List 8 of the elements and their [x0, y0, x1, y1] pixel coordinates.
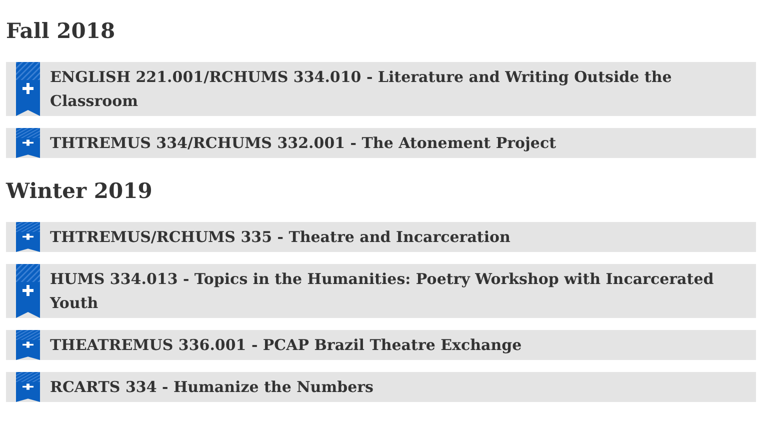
accordion-item[interactable]: THTREMUS/RCHUMS 335 - Theatre and Incarceration — [6, 222, 756, 252]
accordion-item[interactable]: THTREMUS 334/RCHUMS 332.001 - The Atonement Project — [6, 128, 756, 158]
section-heading: Winter 2019 — [6, 177, 154, 205]
accordion-item[interactable]: HUMS 334.013 - Topics in the Humanities: Poetry Workshop with Incarcerated Youth — [6, 264, 756, 318]
section-heading: Fall 2018 — [6, 17, 116, 45]
accordion-item[interactable]: THEATREMUS 336.001 - PCAP Brazil Theatre Exchange — [6, 330, 756, 360]
accordion-item[interactable]: ENGLISH 221.001/RCHUMS 334.010 - Literature and Writing Outside the Classroom — [6, 62, 756, 116]
accordion-item[interactable]: RCARTS 334 - Humanize the Numbers — [6, 372, 756, 402]
